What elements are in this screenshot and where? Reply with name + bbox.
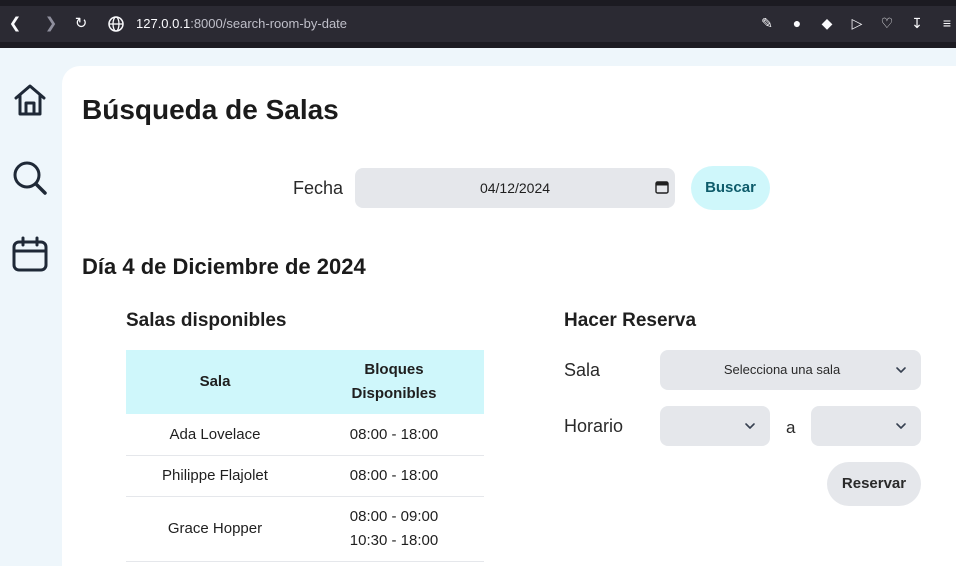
room-select[interactable]: Selecciona una sala [660,350,921,390]
table-header-row: Sala Bloques Disponibles [126,350,484,414]
time-range-separator: a [786,418,796,437]
download-icon[interactable]: ↧ [908,12,926,34]
calendar-icon[interactable] [10,234,50,274]
table-row: Grace Hopper 08:00 - 09:00 10:30 - 18:00 [126,496,484,562]
page-title: Búsqueda de Salas [82,94,339,125]
sidebar [0,48,62,566]
start-time-select[interactable] [660,406,770,446]
reload-icon[interactable]: ↻ [70,13,92,35]
room-name: Grace Hopper [126,496,304,562]
date-input[interactable]: 04/12/2024 [355,168,675,208]
chevron-down-icon [896,423,906,429]
browser-toolbar: ❮ ❯ ↻ 127.0.0.1:8000/search-room-by-date… [0,6,956,42]
table-row: Philippe Flajolet 08:00 - 18:00 [126,455,484,497]
play-icon[interactable]: ▷ [848,12,866,34]
reservation-title: Hacer Reserva [564,310,697,331]
main-content: Búsqueda de Salas Fecha 04/12/2024 Busca… [62,66,956,566]
search-icon[interactable] [10,158,50,198]
menu-icon[interactable]: ≡ [938,12,956,34]
url-host: 127.0.0.1 [136,16,191,31]
date-label: Fecha [293,178,344,198]
day-title: Día 4 de Diciembre de 2024 [82,254,366,279]
available-rooms-title: Salas disponibles [126,310,287,331]
globe-icon [108,16,124,32]
room-select-placeholder: Selecciona una sala [723,362,841,377]
header-bloques-line2: Disponibles [351,385,437,402]
camera-icon[interactable]: ● [788,12,806,34]
chevron-down-icon [745,423,755,429]
forward-icon[interactable]: ❯ [40,13,62,35]
calendar-picker-icon[interactable] [655,180,669,194]
room-blocks: 08:00 - 18:00 [304,455,484,497]
header-bloques-line1: Bloques [364,361,424,378]
room-blocks: 08:00 - 09:00 10:30 - 18:00 [304,496,484,562]
shield-icon[interactable]: ◆ [818,12,836,34]
date-value: 04/12/2024 [479,180,551,196]
address-bar[interactable]: 127.0.0.1:8000/search-room-by-date [136,16,347,31]
end-time-select[interactable] [811,406,921,446]
search-button[interactable]: Buscar [691,166,770,210]
table-row: Ada Lovelace 08:00 - 18:00 [126,414,484,456]
room-block: 08:00 - 09:00 [349,507,439,525]
toolbar-icons: ✎ ● ◆ ▷ ♡ ↧ ≡ [758,12,956,36]
browser-chrome: ❮ ❯ ↻ 127.0.0.1:8000/search-room-by-date… [0,0,956,48]
chevron-down-icon [896,367,906,373]
header-bloques: Bloques Disponibles [304,350,484,414]
room-block: 10:30 - 18:00 [349,531,439,549]
room-blocks: 08:00 - 18:00 [304,414,484,456]
reserve-button[interactable]: Reservar [827,462,921,506]
room-select-label: Sala [564,360,601,380]
room-name: Philippe Flajolet [126,455,304,497]
heart-icon[interactable]: ♡ [878,12,896,34]
header-sala: Sala [126,350,304,414]
back-icon[interactable]: ❮ [4,13,26,35]
time-label: Horario [564,416,624,436]
home-icon[interactable] [10,80,50,120]
room-name: Ada Lovelace [126,414,304,456]
url-path: :8000/search-room-by-date [190,16,348,31]
edit-icon[interactable]: ✎ [758,12,776,34]
available-rooms-table: Sala Bloques Disponibles Ada Lovelace 08… [126,350,484,562]
